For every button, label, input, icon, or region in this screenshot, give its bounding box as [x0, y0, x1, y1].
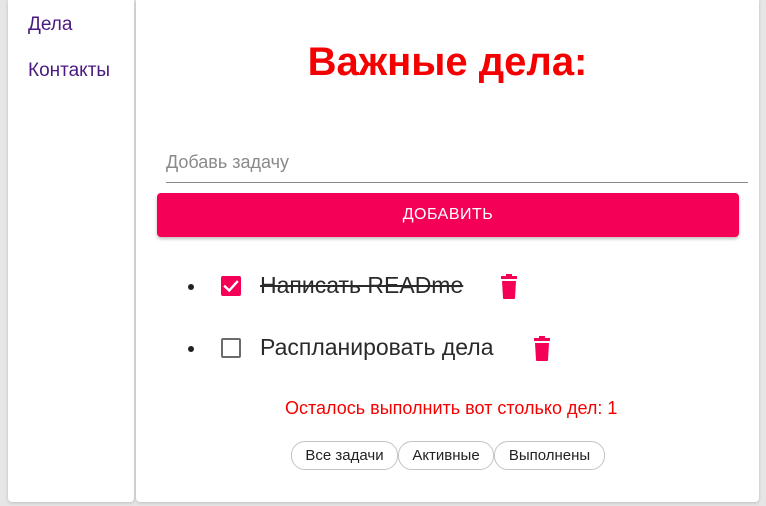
- sidebar: Дела Контакты: [8, 0, 134, 502]
- remaining-count-text: Осталось выполнить вот столько дел: 1: [285, 398, 618, 418]
- nav-link-tasks[interactable]: Дела: [28, 14, 72, 36]
- trash-icon: [534, 336, 550, 361]
- check-icon: [223, 280, 239, 293]
- add-task-button[interactable]: Добавить: [157, 193, 739, 237]
- todo-text: Написать READme: [260, 272, 464, 298]
- todo-item: Написать READme: [136, 268, 596, 308]
- list-bullet: [188, 284, 194, 290]
- main-panel: Важные дела: Добавить Написать READme: [136, 0, 759, 502]
- title-container: Важные дела:: [136, 0, 759, 100]
- filter-active-button[interactable]: Активные: [398, 441, 494, 470]
- todo-text: Распланировать дела: [260, 334, 494, 360]
- delete-todo-button[interactable]: [498, 274, 520, 300]
- task-input-container: [166, 140, 748, 183]
- todo-item: Распланировать дела: [136, 330, 596, 370]
- delete-todo-button[interactable]: [531, 336, 553, 362]
- page-title: Важные дела:: [307, 40, 588, 84]
- list-bullet: [188, 346, 194, 352]
- nav-link-contacts[interactable]: Контакты: [28, 60, 110, 82]
- trash-icon: [501, 274, 517, 299]
- todo-checkbox[interactable]: [221, 276, 241, 296]
- filter-completed-button[interactable]: Выполнены: [494, 441, 605, 470]
- filter-all-button[interactable]: Все задачи: [291, 441, 398, 470]
- todo-checkbox[interactable]: [221, 338, 241, 358]
- task-input[interactable]: [166, 148, 748, 176]
